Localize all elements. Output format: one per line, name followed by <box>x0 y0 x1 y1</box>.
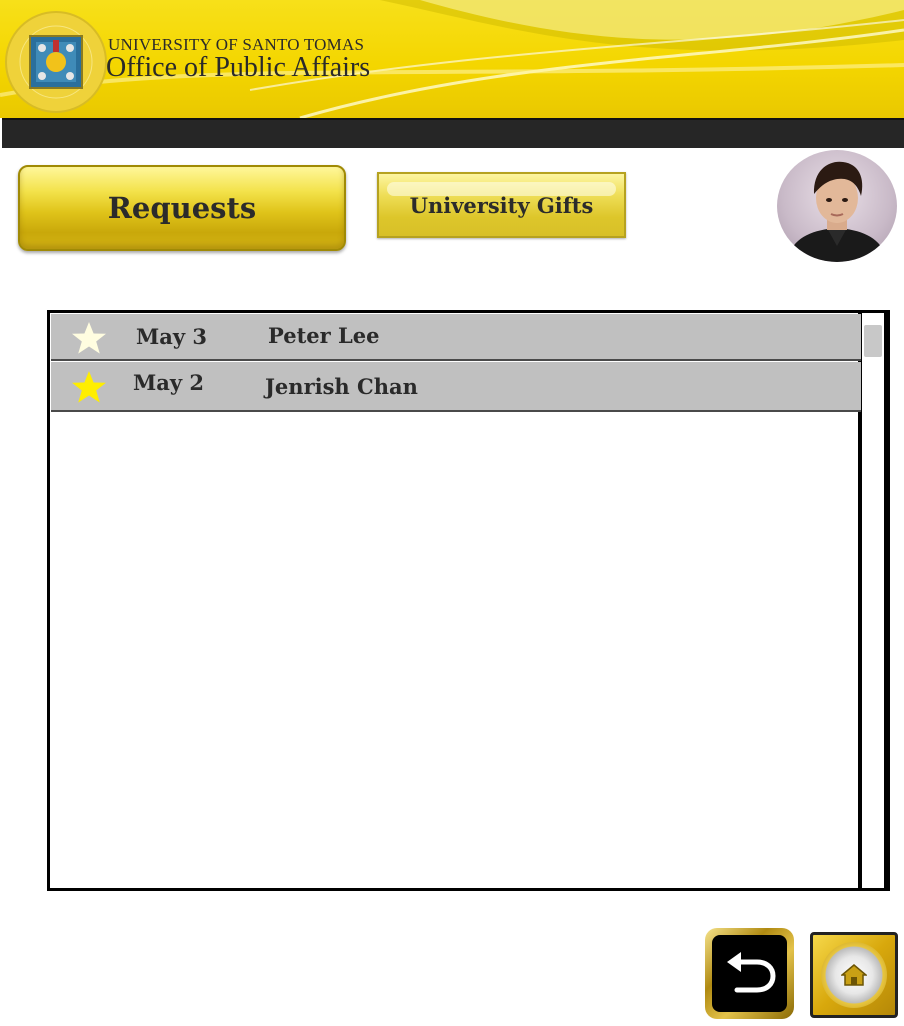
back-button[interactable] <box>705 928 794 1019</box>
scrollbar-track[interactable] <box>862 313 888 888</box>
list-item[interactable]: May 2 Jenrish Chan <box>51 362 861 412</box>
office-title: Office of Public Affairs <box>106 52 371 83</box>
star-icon[interactable] <box>71 320 107 356</box>
home-button[interactable] <box>810 932 898 1018</box>
tab-university-gifts-label: University Gifts <box>409 192 594 218</box>
tab-requests-label: Requests <box>107 191 257 225</box>
star-icon[interactable] <box>71 369 107 405</box>
user-photo <box>787 161 887 262</box>
scrollbar-thumb[interactable] <box>864 325 882 357</box>
home-icon <box>841 964 867 986</box>
university-seal-icon <box>5 11 107 113</box>
header-dark-bar <box>2 118 904 148</box>
home-button-ring <box>821 942 887 1008</box>
tab-requests[interactable]: Requests <box>18 165 346 251</box>
back-button-face <box>712 935 787 1012</box>
tab-university-gifts[interactable]: University Gifts <box>377 172 626 238</box>
app-header: UNIVERSITY OF SANTO TOMAS Office of Publ… <box>0 0 904 118</box>
avatar[interactable] <box>777 150 897 262</box>
back-arrow-icon <box>726 951 776 992</box>
list-item[interactable]: May 3 Peter Lee <box>51 314 861 361</box>
requester-name: Jenrish Chan <box>265 374 418 399</box>
request-date: May 3 <box>136 324 207 349</box>
request-date: May 2 <box>133 370 204 395</box>
requester-name: Peter Lee <box>268 323 380 348</box>
